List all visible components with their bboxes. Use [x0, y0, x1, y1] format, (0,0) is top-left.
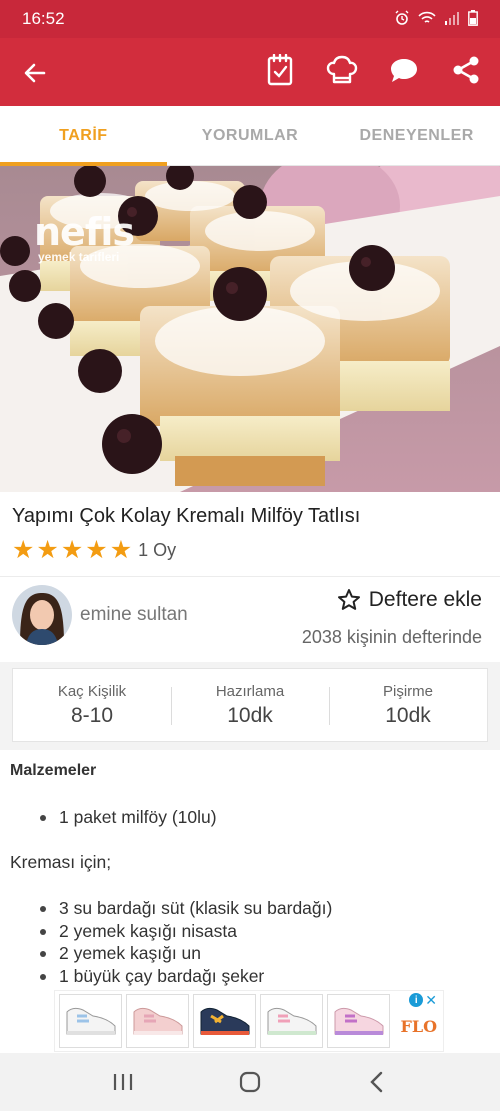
stat-label: Pişirme: [382, 682, 433, 700]
list-item: 1 büyük çay bardağı şeker: [40, 965, 332, 988]
star-outline-icon: [337, 589, 360, 610]
ad-banner[interactable]: i ✕ FLO: [54, 990, 444, 1052]
ad-shoe-image[interactable]: [59, 994, 122, 1048]
stat-label: Kaç Kişilik: [57, 682, 127, 700]
stat-cook-time: Pişirme 10dk: [329, 669, 487, 741]
add-to-notebook-button[interactable]: Deftere ekle: [337, 588, 482, 612]
ad-shoe-image[interactable]: [327, 994, 390, 1048]
speech-bubble-icon: [391, 59, 417, 82]
stats-card: Kaç Kişilik 8-10 Hazırlama 10dk Pişirme …: [12, 668, 488, 742]
share-icon: [453, 56, 479, 84]
recipe-photo: nefis yemek tarifleri: [0, 166, 500, 492]
stat-value: 10dk: [227, 703, 273, 727]
stats-section: Kaç Kişilik 8-10 Hazırlama 10dk Pişirme …: [0, 662, 500, 750]
recipe-title: Yapımı Çok Kolay Kremalı Milföy Tatlısı: [12, 505, 361, 527]
battery-icon: [468, 9, 478, 29]
recipe-page: 16:52 TARİF YORUMLAR DENEYENLER nefis ye…: [0, 0, 500, 1111]
author-name[interactable]: emine sultan: [80, 604, 188, 626]
ingredients-list: 1 paket milföy (10lu): [40, 806, 217, 829]
ad-shoe-image[interactable]: [260, 994, 323, 1048]
notebook-count: 2038 kişinin defterinde: [301, 627, 482, 647]
share-button[interactable]: [450, 54, 482, 86]
chef-button[interactable]: [326, 54, 358, 86]
signal-icon: [444, 11, 460, 28]
cream-title: Kreması için;: [10, 852, 112, 872]
list-item: 2 yemek kaşığı nisasta: [40, 920, 332, 943]
stat-value: 8-10: [70, 703, 114, 727]
avatar[interactable]: [12, 585, 72, 645]
stat-value: 10dk: [385, 703, 431, 727]
rating[interactable]: ★ ★ ★ ★ ★ 1 Oy: [12, 538, 176, 563]
status-time: 16:52: [22, 9, 65, 28]
back-button[interactable]: [20, 58, 50, 88]
ad-close-icon[interactable]: ✕: [425, 993, 437, 1007]
tab-recipe[interactable]: TARİF: [0, 106, 167, 166]
chevron-left-icon: [369, 1071, 382, 1093]
list-item: 1 paket milföy (10lu): [40, 806, 217, 829]
ad-shoe-image[interactable]: [126, 994, 189, 1048]
system-back-button[interactable]: [357, 1062, 397, 1102]
star-icon[interactable]: ★: [85, 538, 107, 563]
tab-bar: TARİF YORUMLAR DENEYENLER: [0, 106, 500, 166]
stat-servings: Kaç Kişilik 8-10: [13, 669, 171, 741]
app-bar: [0, 38, 500, 106]
tab-comments[interactable]: YORUMLAR: [167, 106, 334, 165]
chef-hat-icon: [326, 55, 358, 84]
status-icons: [394, 9, 478, 29]
watermark-logo: nefis: [34, 210, 135, 254]
author[interactable]: emine sultan: [12, 585, 188, 645]
tab-tried[interactable]: DENEYENLER: [333, 106, 500, 165]
recent-apps-button[interactable]: [103, 1062, 143, 1102]
watermark: nefis yemek tarifleri: [34, 210, 135, 264]
notepad-icon: [267, 54, 293, 86]
recent-apps-icon: [114, 1074, 133, 1090]
stat-prep-time: Hazırlama 10dk: [171, 669, 329, 741]
star-icon[interactable]: ★: [61, 538, 83, 563]
star-icon[interactable]: ★: [36, 538, 58, 563]
star-icon[interactable]: ★: [110, 538, 132, 563]
cream-list: 3 su bardağı süt (klasik su bardağı) 2 y…: [40, 897, 332, 987]
home-icon: [239, 1071, 261, 1093]
arrow-left-icon: [24, 63, 46, 83]
ad-info-icon[interactable]: i: [409, 993, 424, 1007]
ad-brand-area: i ✕ FLO: [397, 993, 437, 1051]
wifi-icon: [418, 11, 436, 28]
comment-button[interactable]: [388, 54, 420, 86]
rating-stars[interactable]: ★ ★ ★ ★ ★: [12, 538, 132, 563]
status-bar: 16:52: [0, 0, 500, 38]
alarm-icon: [394, 10, 410, 29]
ad-brand-logo[interactable]: FLO: [397, 1017, 437, 1036]
list-item: 2 yemek kaşığı un: [40, 942, 332, 965]
vote-count: 1 Oy: [138, 540, 177, 560]
shopping-list-button[interactable]: [264, 54, 296, 86]
app-actions: [264, 54, 482, 86]
divider: [0, 576, 500, 577]
list-item: 3 su bardağı süt (klasik su bardağı): [40, 897, 332, 920]
home-button[interactable]: [230, 1062, 270, 1102]
ad-icons: i ✕: [397, 993, 437, 1007]
star-icon[interactable]: ★: [12, 538, 34, 563]
ad-shoe-image[interactable]: [193, 994, 256, 1048]
stat-label: Hazırlama: [215, 682, 285, 700]
add-to-notebook-label[interactable]: Deftere ekle: [369, 588, 482, 612]
system-nav-bar: [0, 1053, 500, 1111]
ingredients-title: Malzemeler: [10, 762, 97, 779]
